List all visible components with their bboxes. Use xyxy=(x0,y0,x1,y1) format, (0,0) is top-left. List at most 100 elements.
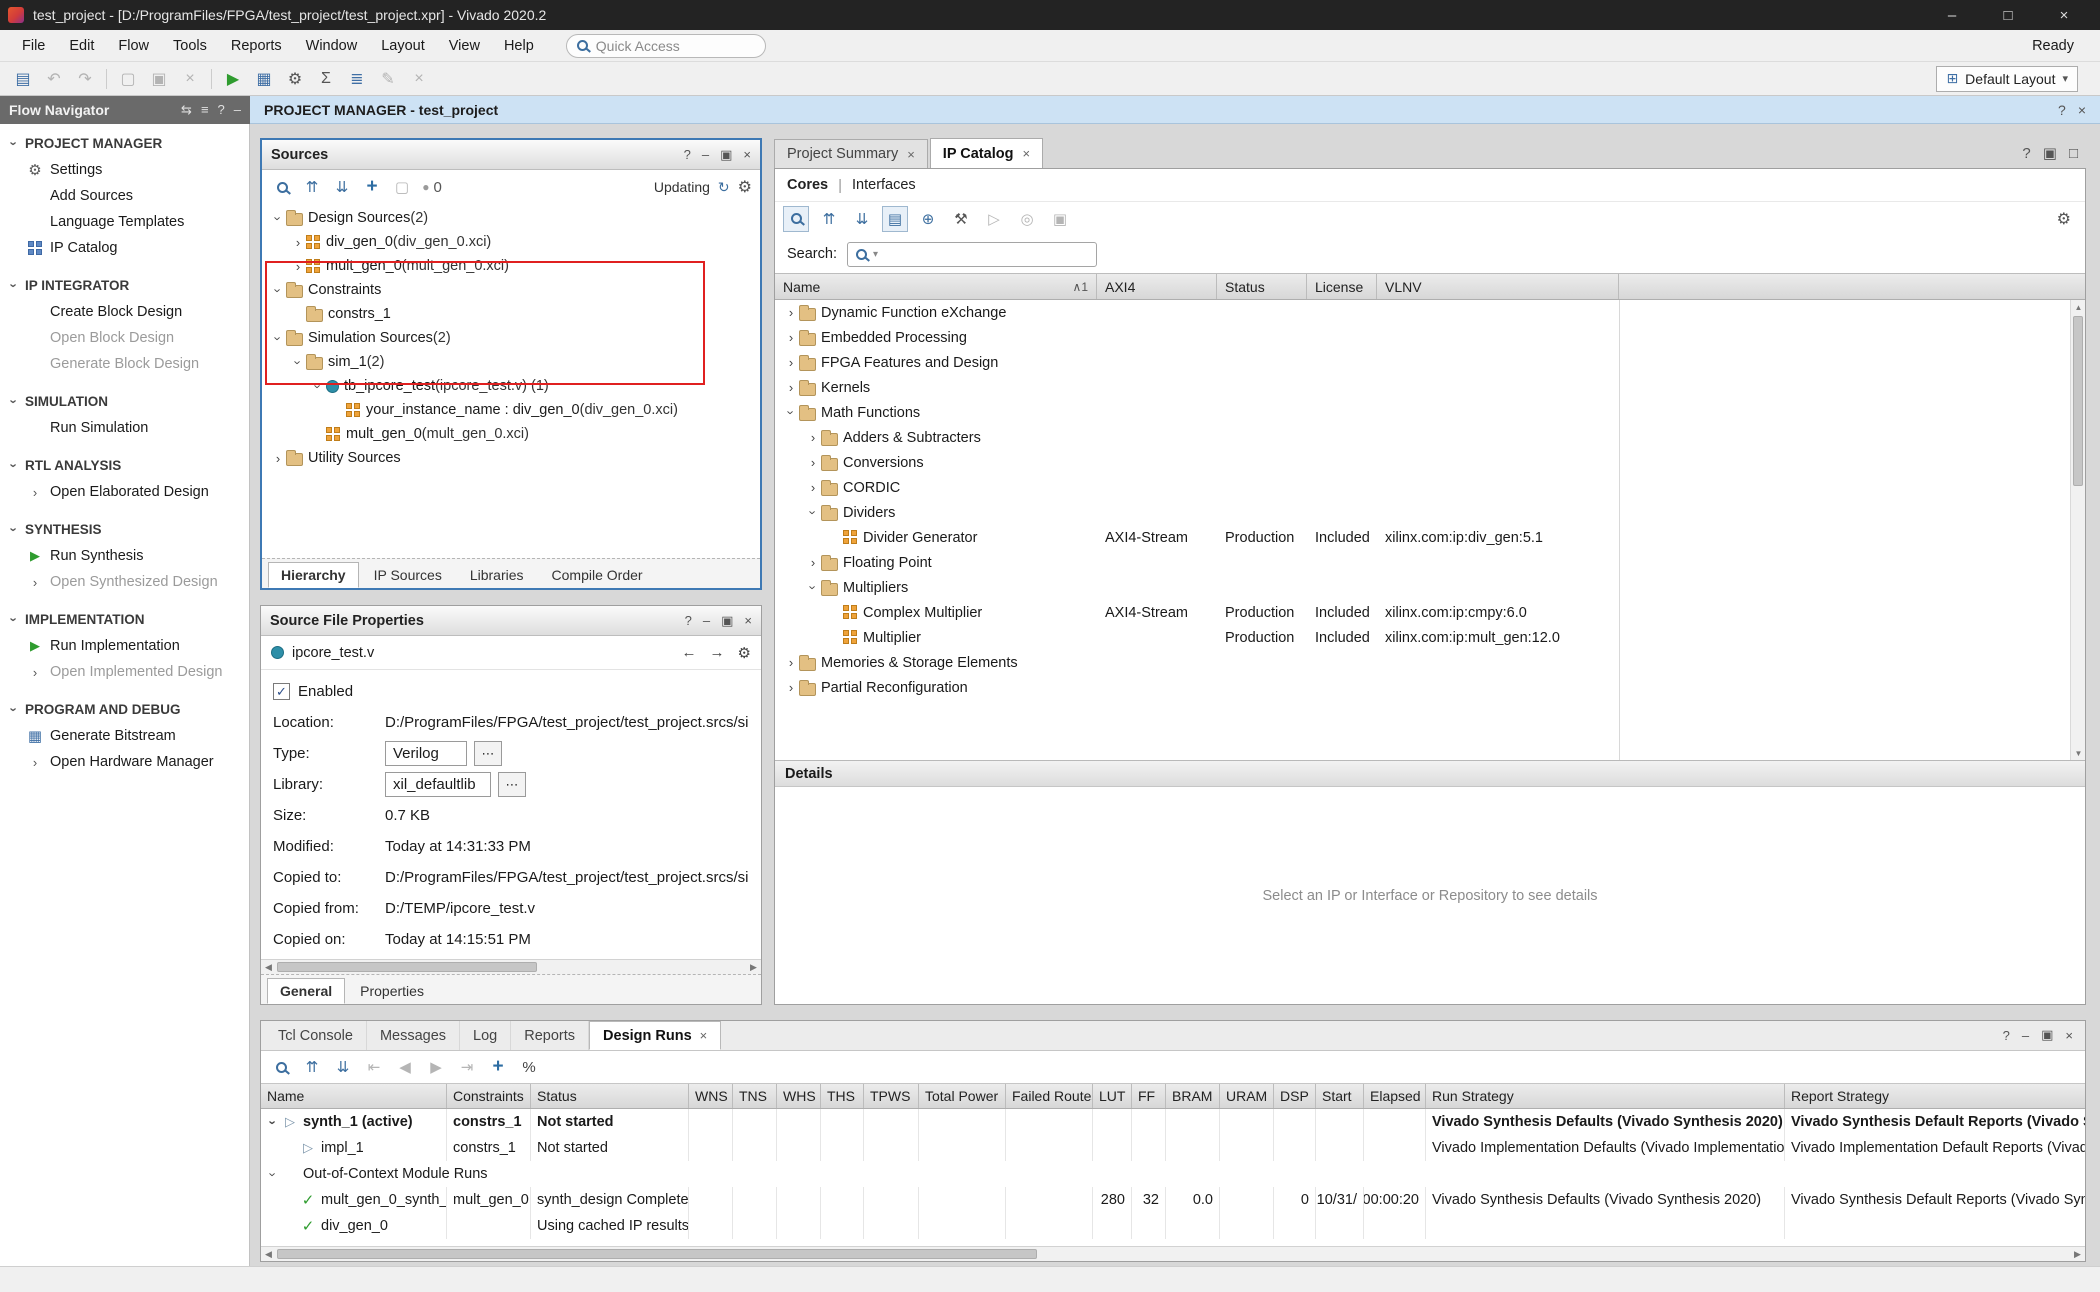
scrollbar-thumb[interactable] xyxy=(277,1249,1037,1259)
section-header[interactable]: ›IMPLEMENTATION xyxy=(0,606,249,633)
tree-item[interactable]: your_instance_name : div_gen_0 (div_gen_… xyxy=(262,398,760,422)
scroll-left-icon[interactable]: ◀ xyxy=(261,962,276,973)
column-header-status[interactable]: Status xyxy=(531,1084,689,1108)
sources-minimize-icon[interactable]: – xyxy=(702,147,709,163)
column-header-report-strategy[interactable]: Report Strategy xyxy=(1785,1084,2085,1108)
console-float-icon[interactable]: ▣ xyxy=(2041,1027,2053,1043)
scroll-right-icon[interactable]: ▶ xyxy=(2070,1249,2085,1260)
flow-nav-toolbar-toggle-icon[interactable]: ⇆ xyxy=(181,102,192,118)
tree-item[interactable]: constrs_1 xyxy=(262,302,760,326)
expander-open-icon[interactable]: › xyxy=(271,330,286,346)
gear-icon[interactable]: ⚙ xyxy=(738,644,751,662)
sources-help-icon[interactable]: ? xyxy=(684,147,691,163)
properties-float-icon[interactable]: ▣ xyxy=(721,613,733,629)
close-icon[interactable]: × xyxy=(1022,146,1030,161)
column-header-start[interactable]: Start xyxy=(1316,1084,1364,1108)
menu-view[interactable]: View xyxy=(437,30,492,62)
expand-all-icon[interactable]: ⇊ xyxy=(331,1055,355,1079)
ip-row[interactable]: Divider GeneratorAXI4-StreamProductionIn… xyxy=(775,525,2085,550)
expander-open-icon[interactable]: › xyxy=(291,354,306,370)
tab-reports[interactable]: Reports xyxy=(511,1021,589,1050)
properties-minimize-icon[interactable]: – xyxy=(703,613,710,629)
messages-badge-icon[interactable]: ●0 xyxy=(420,175,444,199)
column-header-tpws[interactable]: TPWS xyxy=(864,1084,919,1108)
tree-item[interactable]: mult_gen_0 (mult_gen_0.xci) xyxy=(262,422,760,446)
enabled-checkbox[interactable]: ✓ xyxy=(273,683,290,700)
column-header-status[interactable]: Status xyxy=(1217,274,1307,299)
console-minimize-icon[interactable]: – xyxy=(2022,1028,2029,1043)
expander-open-icon[interactable]: › xyxy=(266,1166,281,1182)
ip-row[interactable]: MultiplierProductionIncludedxilinx.com:i… xyxy=(775,625,2085,650)
window-maximize-button[interactable]: □ xyxy=(1980,0,2036,30)
back-icon[interactable]: ← xyxy=(682,644,697,662)
column-header-elapsed[interactable]: Elapsed xyxy=(1364,1084,1426,1108)
close-icon[interactable]: × xyxy=(700,1028,708,1043)
column-header-ff[interactable]: FF xyxy=(1132,1084,1166,1108)
column-header-ths[interactable]: THS xyxy=(821,1084,864,1108)
run-row[interactable]: ✓div_gen_0Using cached IP results xyxy=(261,1213,2085,1239)
flow-nav-minimize-icon[interactable]: – xyxy=(234,102,241,118)
sidebar-item-run-implementation[interactable]: ▶Run Implementation xyxy=(0,633,249,659)
category-row[interactable]: ›Dividers xyxy=(775,500,2085,525)
expander-open-icon[interactable]: › xyxy=(806,505,821,521)
properties-close-icon[interactable]: × xyxy=(744,613,752,629)
sources-float-icon[interactable]: ▣ xyxy=(720,147,732,163)
sidebar-item-generate-bitstream[interactable]: ▦Generate Bitstream xyxy=(0,723,249,749)
expander-open-icon[interactable]: › xyxy=(311,378,326,394)
category-row[interactable]: ›FPGA Features and Design xyxy=(775,350,2085,375)
subtab-interfaces[interactable]: Interfaces xyxy=(852,177,916,193)
scroll-down-icon[interactable]: ▼ xyxy=(2071,746,2085,760)
expander-open-icon[interactable]: › xyxy=(266,1114,281,1130)
console-close-icon[interactable]: × xyxy=(2065,1028,2073,1043)
search-icon[interactable] xyxy=(270,175,294,199)
document-help-icon[interactable]: ? xyxy=(2022,145,2030,162)
run-row[interactable]: ›▷synth_1 (active)constrs_1Not startedVi… xyxy=(261,1109,2085,1135)
forward-icon[interactable]: → xyxy=(710,644,725,662)
tree-item[interactable]: ›div_gen_0 (div_gen_0.xci) xyxy=(262,230,760,254)
run-row[interactable]: ▷impl_1constrs_1Not startedVivado Implem… xyxy=(261,1135,2085,1161)
sources-tab-libraries[interactable]: Libraries xyxy=(457,562,537,588)
menu-reports[interactable]: Reports xyxy=(219,30,294,62)
category-row[interactable]: ›Multipliers xyxy=(775,575,2085,600)
run-icon[interactable]: ▶ xyxy=(220,66,246,92)
column-header-lut[interactable]: LUT xyxy=(1093,1084,1132,1108)
add-repository-icon[interactable]: ⊕ xyxy=(915,206,941,232)
sidebar-item-language-templates[interactable]: Language Templates xyxy=(0,209,249,235)
category-row[interactable]: ›Kernels xyxy=(775,375,2085,400)
column-header-name[interactable]: Name xyxy=(261,1084,447,1108)
tab-messages[interactable]: Messages xyxy=(367,1021,460,1050)
menu-flow[interactable]: Flow xyxy=(106,30,161,62)
category-row[interactable]: ›Math Functions xyxy=(775,400,2085,425)
column-header-license[interactable]: License xyxy=(1307,274,1377,299)
column-header-wns[interactable]: WNS xyxy=(689,1084,733,1108)
column-header-failed-routes[interactable]: Failed Routes xyxy=(1006,1084,1093,1108)
tree-item[interactable]: ›sim_1 (2) xyxy=(262,350,760,374)
column-header-run-strategy[interactable]: Run Strategy xyxy=(1426,1084,1785,1108)
sidebar-item-open-hardware-manager[interactable]: ›Open Hardware Manager xyxy=(0,749,249,775)
sidebar-item-run-synthesis[interactable]: ▶Run Synthesis xyxy=(0,543,249,569)
properties-horizontal-scrollbar[interactable]: ◀ ▶ xyxy=(261,959,761,974)
menu-window[interactable]: Window xyxy=(294,30,370,62)
expander-closed-icon[interactable]: › xyxy=(805,430,821,445)
create-run-icon[interactable]: + xyxy=(486,1055,510,1079)
group-row[interactable]: ›Out-of-Context Module Runs xyxy=(261,1161,2085,1187)
scrollbar-thumb[interactable] xyxy=(2073,316,2083,486)
expand-all-icon[interactable]: ⇊ xyxy=(849,206,875,232)
tree-item[interactable]: ›Utility Sources xyxy=(262,446,760,470)
flow-nav-help-icon[interactable]: ? xyxy=(218,102,225,118)
sources-tab-compile-order[interactable]: Compile Order xyxy=(539,562,656,588)
properties-tab-properties[interactable]: Properties xyxy=(347,978,437,1004)
category-row[interactable]: ›Partial Reconfiguration xyxy=(775,675,2085,700)
search-icon[interactable] xyxy=(269,1055,293,1079)
expander-closed-icon[interactable]: › xyxy=(783,655,799,670)
expander-open-icon[interactable]: › xyxy=(806,580,821,596)
column-header-bram[interactable]: BRAM xyxy=(1166,1084,1220,1108)
category-row[interactable]: ›CORDIC xyxy=(775,475,2085,500)
properties-help-icon[interactable]: ? xyxy=(685,613,692,629)
more-options-button[interactable]: ⋯ xyxy=(498,772,526,797)
category-row[interactable]: ›Floating Point xyxy=(775,550,2085,575)
document-float-icon[interactable]: ▣ xyxy=(2043,144,2057,162)
expander-closed-icon[interactable]: › xyxy=(805,555,821,570)
console-help-icon[interactable]: ? xyxy=(2003,1028,2010,1043)
section-header[interactable]: ›SYNTHESIS xyxy=(0,516,249,543)
